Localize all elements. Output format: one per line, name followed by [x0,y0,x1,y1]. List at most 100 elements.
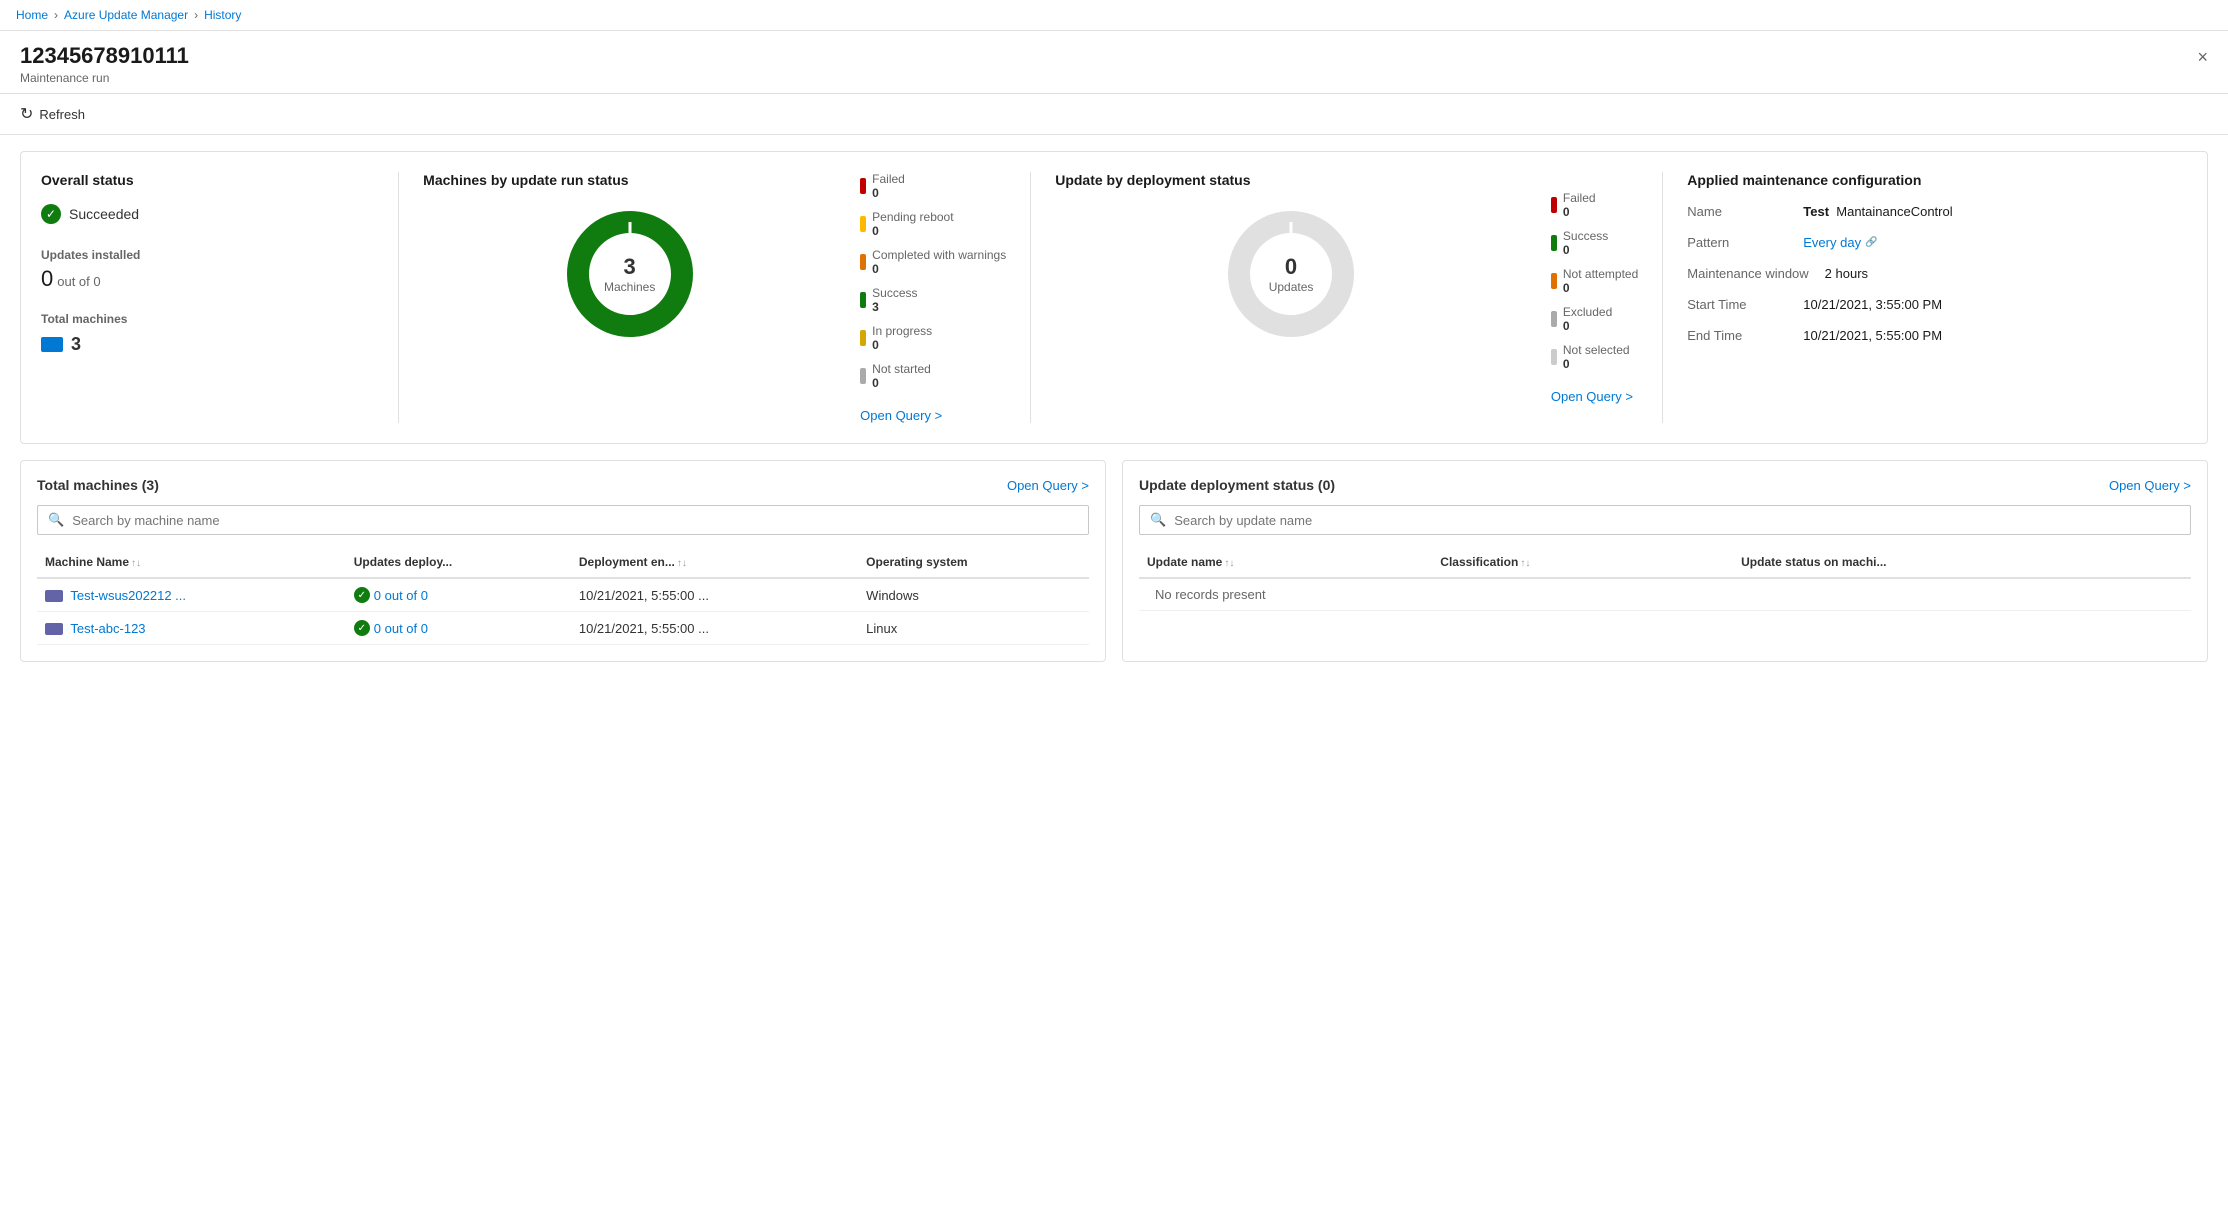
machines-table-title: Total machines (3) [37,477,159,493]
panel-header: 12345678910111 Maintenance run × [0,31,2228,94]
table-row: Test-wsus202212 ... ✓ 0 out of 0 10/21/2… [37,578,1089,612]
update-search-input[interactable] [1174,513,2180,528]
success-icon: ✓ [41,204,61,224]
maintenance-name-row: Name Test MantainanceControl [1687,204,2187,219]
maintenance-pattern-link[interactable]: Every day 🔗 [1803,235,1877,250]
updates-link-1[interactable]: 0 out of 0 [374,588,428,603]
table-row-no-records: No records present [1139,578,2191,611]
success-badge-2: ✓ 0 out of 0 [354,620,563,636]
updates-table: Update name↑↓ Classification↑↓ Update st… [1139,547,2191,611]
legend-in-progress: In progress0 [860,324,1006,352]
machines-table-panel: Total machines (3) Open Query > 🔍 Machin… [20,460,1106,662]
updates-installed-suffix: out of 0 [57,274,100,289]
deployment-chart-title: Update by deployment status [1055,172,1527,188]
update-search-box[interactable]: 🔍 [1139,505,2191,535]
machine-icon-sm [45,590,63,602]
refresh-label: Refresh [39,107,85,122]
deployment-donut-center-text: 0 Updates [1269,254,1314,294]
maintenance-endtime-value: 10/21/2021, 5:55:00 PM [1803,328,1942,343]
total-machines-row: 3 [41,334,374,355]
deployment-donut-label: Updates [1269,280,1314,294]
machine-name-cell: Test-wsus202212 ... [37,578,346,612]
deployment-donut-wrapper: 0 Updates [1221,204,1361,344]
sort-icon-machine-name[interactable]: ↑↓ [131,558,141,569]
donut-center-label: Machines [604,280,655,294]
col-os: Operating system [858,547,1089,578]
breadcrumb: Home › Azure Update Manager › History [0,0,2228,31]
breadcrumb-home[interactable]: Home [16,8,48,22]
content-area: Overall status ✓ Succeeded Updates insta… [0,135,2228,678]
legend-bar-failed [860,178,866,194]
legend-bar-notstarted [860,368,866,384]
updates-table-open-query[interactable]: Open Query > [2109,478,2191,493]
updates-installed-metric: Updates installed 0 out of 0 [41,248,374,292]
machines-table-header-row: Machine Name↑↓ Updates deploy... Deploym… [37,547,1089,578]
dep-legend-bar-notselected [1551,349,1557,365]
machines-table: Machine Name↑↓ Updates deploy... Deploym… [37,547,1089,645]
machines-donut-chart: 3 Machines [423,204,836,344]
machine-icon-sm-2 [45,623,63,635]
maintenance-name-val: Test MantainanceControl [1803,204,1952,219]
col-update-status: Update status on machi... [1733,547,2191,578]
dep-legend-label-success: Success0 [1563,229,1608,257]
overall-status-title: Overall status [41,172,374,188]
col-updates-deploy: Updates deploy... [346,547,571,578]
machine-search-box[interactable]: 🔍 [37,505,1089,535]
legend-bar-inprogress [860,330,866,346]
maintenance-endtime-row: End Time 10/21/2021, 5:55:00 PM [1687,328,2187,343]
deployment-donut-chart: 0 Updates [1055,204,1527,344]
legend-label-inprogress: In progress0 [872,324,932,352]
updates-deploy-cell-1: ✓ 0 out of 0 [346,578,571,612]
machine-name-link-2[interactable]: Test-abc-123 [70,621,145,636]
legend-completed-warnings: Completed with warnings0 [860,248,1006,276]
deployment-donut-number: 0 [1269,254,1314,280]
machine-icon [41,337,63,352]
machines-table-open-query[interactable]: Open Query > [1007,478,1089,493]
machine-name-link-1[interactable]: Test-wsus202212 ... [70,588,186,603]
success-badge-1: ✓ 0 out of 0 [354,587,563,603]
legend-label-success: Success3 [872,286,917,314]
maintenance-starttime-row: Start Time 10/21/2021, 3:55:00 PM [1687,297,2187,312]
sort-icon-deployment-end[interactable]: ↑↓ [677,558,687,569]
panel-subtitle: Maintenance run [20,71,2208,85]
status-row: ✓ Succeeded [41,204,374,224]
maintenance-starttime-value: 10/21/2021, 3:55:00 PM [1803,297,1942,312]
refresh-button[interactable]: ↻ Refresh [20,104,85,124]
machine-search-input[interactable] [72,513,1078,528]
maintenance-endtime-key: End Time [1687,328,1787,343]
machine-search-icon: 🔍 [48,512,64,528]
updates-table-panel: Update deployment status (0) Open Query … [1122,460,2208,662]
maintenance-window-value: 2 hours [1825,266,1868,281]
machines-legend: Failed0 Pending reboot0 Completed with w… [860,172,1006,423]
close-button[interactable]: × [2197,47,2208,68]
updates-table-header-row: Update name↑↓ Classification↑↓ Update st… [1139,547,2191,578]
maintenance-config-section: Applied maintenance configuration Name T… [1663,172,2187,423]
updates-table-title: Update deployment status (0) [1139,477,1335,493]
sort-icon-classification[interactable]: ↑↓ [1520,558,1530,569]
legend-bar-warnings [860,254,866,270]
dep-legend-bar-failed [1551,197,1557,213]
machines-chart-section: Machines by update run status 3 [399,172,1031,423]
breadcrumb-azure-update-manager[interactable]: Azure Update Manager [64,8,188,22]
updates-installed-value: 0 [41,266,53,292]
maintenance-name-key: Name [1687,204,1787,219]
os-cell-2: Linux [858,612,1089,645]
deployment-chart-section: Update by deployment status 0 Updates [1031,172,1663,423]
dep-legend-bar-notattempted [1551,273,1557,289]
updates-table-header: Update deployment status (0) Open Query … [1139,477,2191,493]
donut-wrapper: 3 Machines [560,204,700,344]
success-circle-2: ✓ [354,620,370,636]
updates-link-2[interactable]: 0 out of 0 [374,621,428,636]
no-records-cell: No records present [1139,578,2191,611]
machines-table-header: Total machines (3) Open Query > [37,477,1089,493]
breadcrumb-history[interactable]: History [204,8,241,22]
dep-legend-not-selected: Not selected0 [1551,343,1638,371]
sort-icon-update-name[interactable]: ↑↓ [1224,558,1234,569]
dep-legend-failed: Failed0 [1551,191,1638,219]
refresh-icon: ↻ [20,104,33,124]
deployment-open-query[interactable]: Open Query > [1551,389,1638,404]
maintenance-config-title: Applied maintenance configuration [1687,172,2187,188]
machines-open-query[interactable]: Open Query > [860,408,1006,423]
maintenance-starttime-key: Start Time [1687,297,1787,312]
legend-bar-pending [860,216,866,232]
